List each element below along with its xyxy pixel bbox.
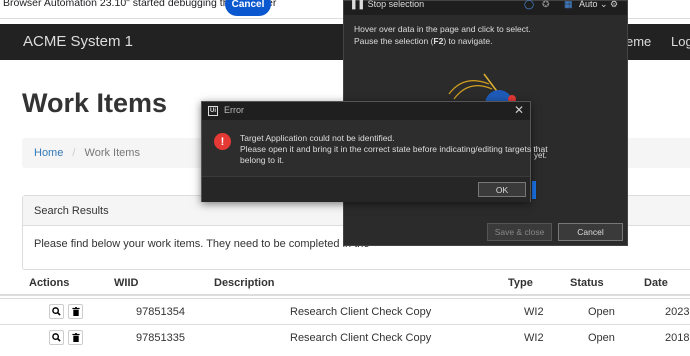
cell-status: Open bbox=[588, 332, 615, 344]
tip-line-2: Pause the selection (F2) to navigate. bbox=[354, 36, 493, 46]
dialog-footer: OK bbox=[202, 176, 530, 202]
selection-mode-icon[interactable]: ▦ bbox=[564, 0, 573, 10]
column-header-description: Description bbox=[214, 277, 275, 289]
close-icon[interactable]: ✕ bbox=[514, 103, 524, 117]
table-header: Actions WIID Description Type Status Dat… bbox=[0, 270, 690, 296]
cell-wiid: 97851354 bbox=[136, 306, 185, 318]
target-icon[interactable]: ✪ bbox=[542, 0, 550, 10]
error-dialog: Ui Error ✕ ! Target Application could no… bbox=[201, 101, 548, 202]
refresh-icon[interactable]: ◯ bbox=[524, 0, 534, 10]
error-message-line-2: Please open it and bring it in the corre… bbox=[240, 144, 548, 154]
cancel-debugging-button[interactable]: Cancel bbox=[225, 0, 271, 16]
stop-selection-label: Stop selection bbox=[367, 0, 425, 9]
column-header-actions: Actions bbox=[29, 277, 70, 289]
cell-description: Research Client Check Copy bbox=[290, 332, 432, 344]
cell-date: 2018 bbox=[665, 332, 690, 344]
app-brand[interactable]: ACME System 1 bbox=[23, 33, 133, 50]
page-title: Work Items bbox=[22, 88, 168, 118]
cancel-selection-button[interactable]: Cancel bbox=[558, 223, 623, 241]
error-icon: ! bbox=[214, 133, 231, 150]
nav-item-theme[interactable]: eme bbox=[626, 34, 651, 49]
tip-key: F2 bbox=[433, 36, 444, 46]
trash-icon[interactable] bbox=[68, 304, 83, 319]
column-header-type: Type bbox=[508, 277, 533, 289]
nav-item-log[interactable]: Log bbox=[671, 34, 690, 49]
selection-mode-value: Auto bbox=[579, 0, 598, 9]
gear-icon[interactable]: ⚙ bbox=[610, 0, 618, 10]
dialog-title: Error bbox=[224, 105, 244, 115]
column-header-status: Status bbox=[570, 277, 604, 289]
error-message-line-1: Target Application could not be identifi… bbox=[240, 133, 395, 143]
dialog-titlebar: Ui Error ✕ bbox=[202, 102, 530, 120]
selection-mode-dropdown[interactable]: Auto ⌄ bbox=[579, 0, 608, 10]
ok-button[interactable]: OK bbox=[478, 182, 526, 197]
cell-date: 2023 bbox=[665, 306, 690, 318]
cell-wiid: 97851335 bbox=[136, 332, 185, 344]
breadcrumb-separator: / bbox=[72, 147, 76, 159]
save-close-button[interactable]: Save & close bbox=[487, 223, 552, 241]
selection-tips: Hover over data in the page and click to… bbox=[354, 23, 531, 47]
cell-status: Open bbox=[588, 306, 615, 318]
column-header-date: Date bbox=[644, 277, 668, 289]
search-icon[interactable] bbox=[49, 304, 64, 319]
cell-type: WI2 bbox=[524, 306, 544, 318]
cell-description: Research Client Check Copy bbox=[290, 306, 432, 318]
chevron-down-icon: ⌄ bbox=[600, 0, 608, 9]
error-message-line-3: belong to it. bbox=[240, 155, 284, 165]
breadcrumb-current: Work Items bbox=[84, 147, 140, 159]
selection-helper-toolbar: ❚❚ Stop selection ◯ ✪ ▦ Auto ⌄ ⚙ bbox=[344, 0, 627, 15]
cell-type: WI2 bbox=[524, 332, 544, 344]
search-icon[interactable] bbox=[49, 330, 64, 345]
accent-bar bbox=[532, 181, 536, 199]
tip-line-1: Hover over data in the page and click to… bbox=[354, 24, 531, 34]
column-header-wiid: WIID bbox=[114, 277, 139, 289]
pause-icon: ❚❚ bbox=[350, 0, 366, 9]
table-row: 97851354 Research Client Check Copy WI2 … bbox=[0, 298, 690, 324]
app-logo-icon: Ui bbox=[208, 106, 218, 116]
breadcrumb-home-link[interactable]: Home bbox=[34, 147, 63, 159]
stop-selection-button[interactable]: ❚❚ Stop selection bbox=[350, 0, 424, 10]
trash-icon[interactable] bbox=[68, 330, 83, 345]
table-row: 97851335 Research Client Check Copy WI2 … bbox=[0, 324, 690, 350]
